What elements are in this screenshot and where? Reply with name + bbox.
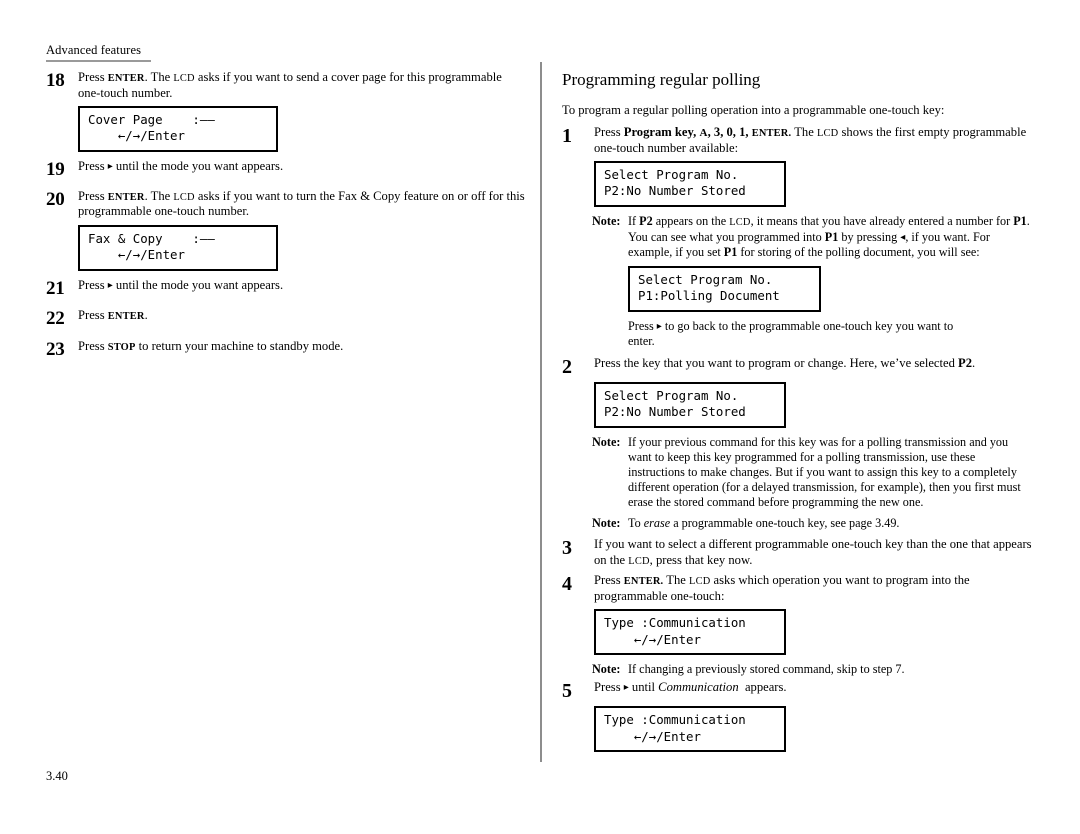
lcd-line-2: ←/→/Enter	[604, 728, 701, 744]
right-arrow-icon: ▸	[623, 682, 629, 694]
step-23: 23 Press Stop to return your machine to …	[46, 339, 526, 359]
step-number: 2	[562, 355, 572, 378]
lcd-display-select-program-2: Select Program No. P2:No Number Stored	[594, 381, 786, 428]
note-text: If changing a previously stored command,…	[628, 662, 905, 677]
step-text: Press Enter. The LCD asks which operatio…	[594, 573, 970, 604]
lcd-wrap-select-program-p1: Select Program No. P1:Polling Document	[628, 265, 1032, 312]
running-header: Advanced features	[46, 43, 151, 62]
lcd-display-type-communication-2: Type :Communication ←/→/Enter	[594, 706, 786, 753]
step-number: 5	[562, 680, 572, 703]
left-column: 18 Press Enter. The LCD asks if you want…	[46, 70, 526, 360]
right-arrow-icon: ▸	[107, 279, 113, 291]
lcd-display-type-communication-1: Type :Communication ←/→/Enter	[594, 609, 786, 656]
step-text: Press ▸ until the mode you want appears.	[78, 277, 284, 292]
step-text: Press ▸ until the mode you want appears.	[78, 158, 284, 173]
lcd-line-1: Cover Page :——	[88, 112, 215, 128]
step-number: 18	[46, 70, 65, 91]
lcd-wrap-select-program-2: Select Program No. P2:No Number Stored	[594, 381, 1032, 428]
running-header-text: Advanced features	[46, 43, 142, 57]
note-label: Note:	[592, 213, 621, 228]
note-text: If your previous command for this key wa…	[628, 434, 1021, 510]
note-previous-command: Note: If your previous command for this …	[592, 435, 1032, 511]
right-arrow-icon: ▸	[107, 160, 113, 172]
step-text: Press the key that you want to program o…	[594, 355, 976, 370]
lcd-line-1: Select Program No.	[604, 166, 739, 182]
left-arrow-icon: ◂	[900, 231, 906, 243]
step-text: If you want to select a different progra…	[594, 537, 1032, 567]
running-header-rule	[46, 59, 151, 62]
note-label: Note:	[592, 516, 621, 531]
step-text: Press ▸ until Communication appears.	[594, 680, 787, 695]
lcd-wrap-cover-page: Cover Page :—— ←/→/Enter	[78, 106, 526, 152]
note-skip-step-7: Note: If changing a previously stored co…	[592, 662, 1032, 677]
lcd-display-select-program-p1: Select Program No. P1:Polling Document	[628, 265, 821, 312]
right-arrow-icon: ▸	[656, 320, 662, 332]
step-number: 1	[562, 124, 572, 147]
note-erase: Note: To erase a programmable one-touch …	[592, 516, 1032, 531]
step-22: 22 Press Enter.	[46, 308, 526, 328]
lcd-wrap-type-communication-1: Type :Communication ←/→/Enter	[594, 609, 1032, 656]
note-label: Note:	[592, 662, 621, 677]
step-number: 22	[46, 307, 65, 329]
step-2: 2 Press the key that you want to program…	[562, 356, 1032, 377]
lcd-line-2: ←/→/Enter	[88, 247, 185, 263]
page-number: 3.40	[46, 769, 68, 783]
step-number: 21	[46, 277, 65, 299]
section-heading: Programming regular polling	[562, 70, 761, 89]
step-number: 19	[46, 158, 65, 180]
step-21: 21 Press ▸ until the mode you want appea…	[46, 278, 526, 298]
step-1: 1 Press Program key, a, 3, 0, 1, Enter. …	[562, 125, 1032, 156]
column-divider	[540, 62, 542, 762]
note-after-text: Press ▸ to go back to the programmable o…	[628, 318, 954, 348]
lcd-line-2: ←/→/Enter	[88, 128, 185, 144]
step-20: 20 Press Enter. The LCD asks if you want…	[46, 189, 526, 220]
step-4: 4 Press Enter. The LCD asks which operat…	[562, 573, 1032, 604]
lcd-line-1: Select Program No.	[638, 271, 773, 287]
lcd-wrap-type-communication-2: Type :Communication ←/→/Enter	[594, 706, 1032, 753]
step-text: Press Stop to return your machine to sta…	[78, 338, 344, 353]
lcd-line-2: P2:No Number Stored	[604, 183, 746, 199]
step-number: 4	[562, 573, 572, 596]
lcd-display-cover-page: Cover Page :—— ←/→/Enter	[78, 106, 278, 152]
step-3: 3 If you want to select a different prog…	[562, 537, 1032, 568]
lcd-line-1: Select Program No.	[604, 387, 739, 403]
step-text: Press Enter. The LCD asks if you want to…	[78, 70, 502, 100]
section-intro: To program a regular polling operation i…	[562, 102, 945, 117]
lcd-line-1: Type :Communication	[604, 615, 746, 631]
step-19: 19 Press ▸ until the mode you want appea…	[46, 159, 526, 179]
step-number: 23	[46, 338, 65, 360]
lcd-line-1: Type :Communication	[604, 712, 746, 728]
step-5: 5 Press ▸ until Communication appears.	[562, 680, 1032, 701]
step-number: 20	[46, 188, 65, 210]
lcd-wrap-fax-copy: Fax & Copy :—— ←/→/Enter	[78, 224, 526, 271]
lcd-line-2: P1:Polling Document	[638, 288, 780, 304]
lcd-display-fax-copy: Fax & Copy :—— ←/→/Enter	[78, 224, 278, 271]
note-label: Note:	[592, 434, 621, 449]
step-text: Press Enter.	[78, 307, 148, 322]
lcd-line-2: P2:No Number Stored	[604, 404, 746, 420]
lcd-line-2: ←/→/Enter	[604, 631, 701, 647]
step-number: 3	[562, 537, 572, 560]
step-text: Press Program key, a, 3, 0, 1, Enter. Th…	[594, 124, 1027, 155]
note-text: To erase a programmable one-touch key, s…	[628, 516, 900, 531]
step-text: Press Enter. The LCD asks if you want to…	[78, 188, 525, 219]
right-column: Programming regular polling To program a…	[562, 70, 1032, 759]
lcd-wrap-select-program-1: Select Program No. P2:No Number Stored	[594, 160, 1032, 207]
note-p2-p1: Note: If P2 appears on the LCD, it means…	[592, 214, 1032, 260]
note-text: If P2 appears on the LCD, it means that …	[628, 213, 1030, 259]
lcd-display-select-program-1: Select Program No. P2:No Number Stored	[594, 160, 786, 207]
step-18: 18 Press Enter. The LCD asks if you want…	[46, 70, 526, 101]
lcd-line-1: Fax & Copy :——	[88, 230, 215, 246]
